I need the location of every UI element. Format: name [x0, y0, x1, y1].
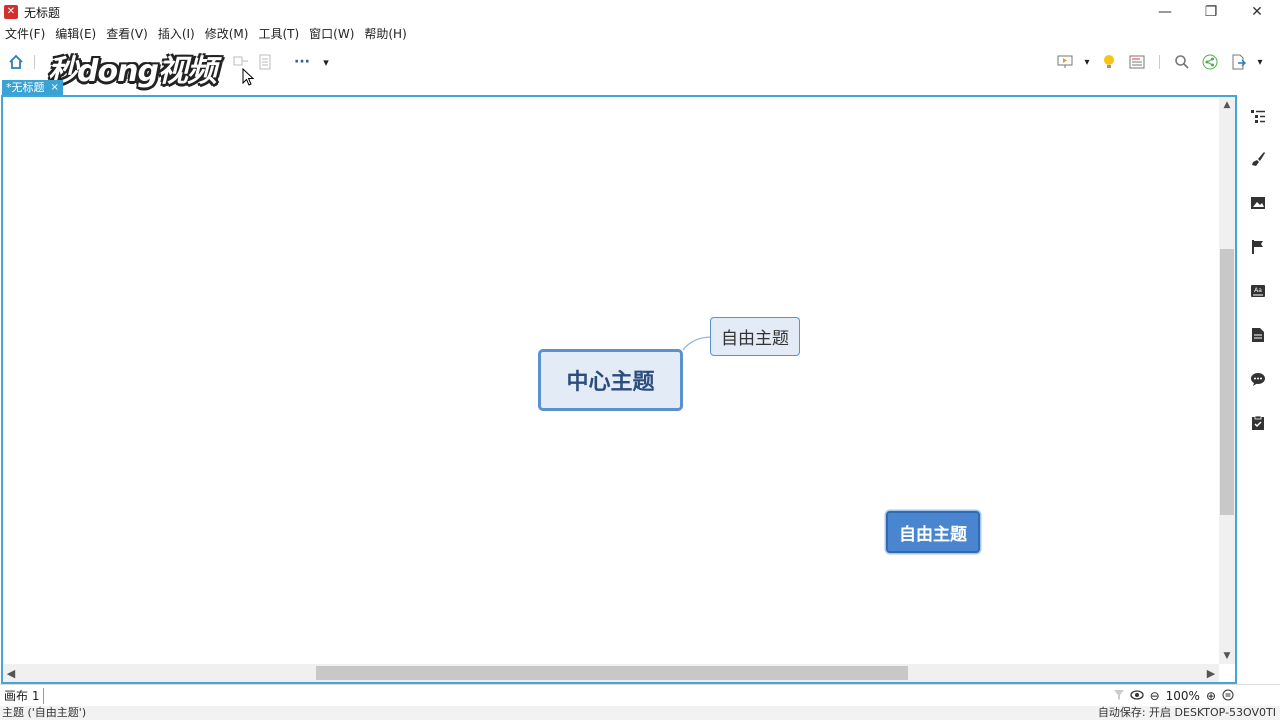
toolbar-right: ▾ ▾ — [1053, 46, 1266, 78]
mouse-cursor-icon — [242, 67, 255, 89]
menu-modify[interactable]: 修改(M) — [200, 24, 254, 44]
search-icon[interactable] — [1170, 50, 1194, 74]
sheet-bar: 画布 1 ⊖ 100% ⊕ — [0, 684, 1280, 706]
app-logo-icon: ✕ — [4, 5, 18, 19]
menu-edit[interactable]: 编辑(E) — [50, 24, 101, 44]
watermark-text: 秒dong视频 — [48, 54, 217, 89]
format-brush-icon[interactable] — [1247, 148, 1269, 170]
presentation-icon[interactable] — [1053, 50, 1077, 74]
more-icon[interactable]: ··· — [290, 50, 314, 74]
xmind-window: ✕ 无标题 — ❐ ✕ 文件(F) 编辑(E) 查看(V) 插入(I) 修改(M… — [0, 0, 1280, 720]
image-icon[interactable] — [1247, 192, 1269, 214]
text-style-icon[interactable]: Aa — [1247, 280, 1269, 302]
more-dropdown-icon[interactable]: ▾ — [314, 50, 338, 74]
outline-panel-icon[interactable] — [1247, 105, 1269, 127]
close-tab-icon[interactable]: × — [51, 80, 59, 95]
minimize-button[interactable]: — — [1142, 0, 1188, 24]
eye-icon[interactable] — [1129, 689, 1144, 703]
notes-icon[interactable] — [1247, 324, 1269, 346]
zoom-level: 100% — [1165, 689, 1200, 703]
fit-view-icon[interactable] — [1222, 689, 1234, 704]
filter-icon[interactable] — [1113, 689, 1124, 703]
export-icon[interactable] — [1226, 50, 1250, 74]
outline-icon[interactable] — [1125, 50, 1149, 74]
toolbar-gap — [283, 55, 284, 69]
toolbar-separator — [34, 55, 35, 69]
watermark-logo: 秒dong视频 — [48, 46, 217, 90]
close-button[interactable]: ✕ — [1234, 0, 1280, 24]
toolbar-separator — [1159, 55, 1160, 69]
topic-connector-line — [682, 336, 713, 351]
zoom-out-button[interactable]: ⊖ — [1150, 689, 1160, 703]
menu-view[interactable]: 查看(V) — [101, 24, 153, 44]
menu-bar: 文件(F) 编辑(E) 查看(V) 插入(I) 修改(M) 工具(T) 窗口(W… — [0, 24, 412, 44]
maximize-button[interactable]: ❐ — [1188, 0, 1234, 24]
scroll-down-arrow-icon[interactable]: ▼ — [1219, 648, 1235, 664]
vertical-scroll-thumb[interactable] — [1220, 249, 1234, 515]
status-selection-text: 主题 ('自由主题') — [2, 706, 87, 719]
vertical-scrollbar[interactable]: ▲ ▼ — [1219, 97, 1235, 664]
scroll-up-arrow-icon[interactable]: ▲ — [1219, 97, 1235, 113]
title-bar: ✕ 无标题 — ❐ ✕ — [0, 0, 1280, 24]
task-clipboard-icon[interactable] — [1247, 412, 1269, 434]
floating-topic-selected[interactable]: 自由主题 — [886, 511, 980, 553]
share-icon[interactable] — [1198, 50, 1222, 74]
presentation-dropdown-icon[interactable]: ▾ — [1081, 50, 1093, 74]
home-icon[interactable] — [4, 50, 28, 74]
zoom-controls: ⊖ 100% ⊕ — [1113, 685, 1234, 707]
export-dropdown-icon[interactable]: ▾ — [1254, 50, 1266, 74]
menu-window[interactable]: 窗口(W) — [304, 24, 359, 44]
boundary-icon[interactable] — [253, 50, 277, 74]
scroll-left-arrow-icon[interactable]: ◀ — [3, 664, 19, 682]
menu-help[interactable]: 帮助(H) — [359, 24, 411, 44]
status-bar: 主题 ('自由主题') 自动保存: 开启 DESKTOP-53OV0TI — [0, 706, 1280, 720]
zoom-in-button[interactable]: ⊕ — [1206, 689, 1216, 703]
comment-icon[interactable] — [1247, 368, 1269, 390]
document-tab[interactable]: *无标题 × — [2, 80, 63, 95]
horizontal-scroll-thumb[interactable] — [316, 666, 908, 680]
floating-topic[interactable]: 自由主题 — [710, 317, 800, 356]
menu-insert[interactable]: 插入(I) — [153, 24, 200, 44]
lightbulb-icon[interactable] — [1097, 50, 1121, 74]
document-tab-label: *无标题 — [6, 81, 45, 94]
right-side-panel: Aa — [1238, 95, 1280, 684]
menu-tools[interactable]: 工具(T) — [253, 24, 304, 44]
central-topic[interactable]: 中心主题 — [538, 349, 683, 411]
window-controls: — ❐ ✕ — [1142, 0, 1280, 24]
horizontal-scrollbar[interactable]: ◀ ▶ — [3, 664, 1219, 682]
menu-file[interactable]: 文件(F) — [0, 24, 50, 44]
scroll-right-arrow-icon[interactable]: ▶ — [1203, 664, 1219, 682]
status-autosave-text: 自动保存: 开启 DESKTOP-53OV0TI — [1097, 706, 1276, 719]
flag-icon[interactable] — [1247, 236, 1269, 258]
svg-text:Aa: Aa — [1254, 287, 1262, 294]
window-title: 无标题 — [24, 5, 61, 20]
sheet-tab[interactable]: 画布 1 — [4, 687, 45, 704]
